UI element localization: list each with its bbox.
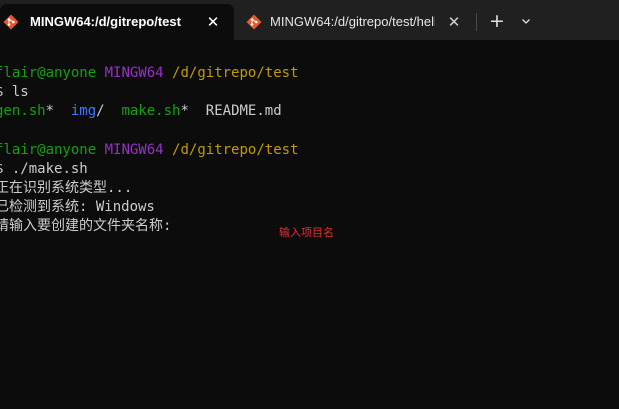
command-text: ./make.sh — [11, 161, 88, 177]
prompt-path: /d/gitrepo/test — [172, 65, 299, 81]
new-tab-button[interactable]: + — [486, 10, 508, 32]
git-bash-icon — [3, 14, 19, 30]
chevron-down-icon — [522, 19, 530, 24]
tab-divider — [476, 13, 477, 31]
tab-label: MINGW64:/d/gitrepo/test/hello — [270, 14, 435, 29]
close-tab-icon[interactable]: ✕ — [204, 13, 222, 31]
git-bash-icon — [246, 14, 262, 30]
prompt-host: MINGW64 — [104, 65, 164, 81]
prompt-line: flair@anyone MINGW64 /d/gitrepo/test — [0, 141, 298, 160]
tab-mingw64-test-hello[interactable]: MINGW64:/d/gitrepo/test/hello ✕ — [236, 4, 470, 40]
output-line: 正在识别系统类型... — [0, 180, 133, 196]
prompt-user: flair@anyone — [0, 65, 97, 81]
prompt-symbol: $ — [0, 84, 3, 100]
ls-output: gen.sh* img/ make.sh* README.md — [0, 102, 282, 121]
tab-label: MINGW64:/d/gitrepo/test — [30, 14, 181, 29]
tab-mingw64-test[interactable]: MINGW64:/d/gitrepo/test ✕ — [0, 4, 234, 40]
file-entry: make.sh — [121, 103, 181, 119]
prompt-line: flair@anyone MINGW64 /d/gitrepo/test — [0, 64, 298, 83]
output-line: 已检测到系统: Windows — [0, 199, 155, 215]
command-text: ls — [11, 84, 29, 100]
file-entry: gen.sh — [0, 103, 46, 119]
prompt-symbol: $ — [0, 161, 3, 177]
file-suffix: * — [180, 103, 189, 119]
command-line: $ ls — [0, 83, 29, 102]
tab-bar: MINGW64:/d/gitrepo/test ✕ MINGW64:/d/git… — [0, 0, 619, 40]
file-suffix: / — [96, 103, 105, 119]
directory-entry: img — [70, 103, 97, 119]
tab-dropdown-button[interactable] — [515, 10, 537, 32]
close-tab-icon[interactable]: ✕ — [445, 13, 463, 31]
prompt-user: flair@anyone — [0, 142, 97, 158]
output-line: 请输入要创建的文件夹名称: — [0, 218, 172, 234]
prompt-host: MINGW64 — [104, 142, 164, 158]
command-line: $ ./make.sh — [0, 160, 88, 179]
annotation-label: 输入项目名 — [279, 226, 334, 239]
file-suffix: * — [45, 103, 55, 119]
file-entry: README.md — [205, 103, 282, 119]
prompt-path: /d/gitrepo/test — [172, 142, 299, 158]
